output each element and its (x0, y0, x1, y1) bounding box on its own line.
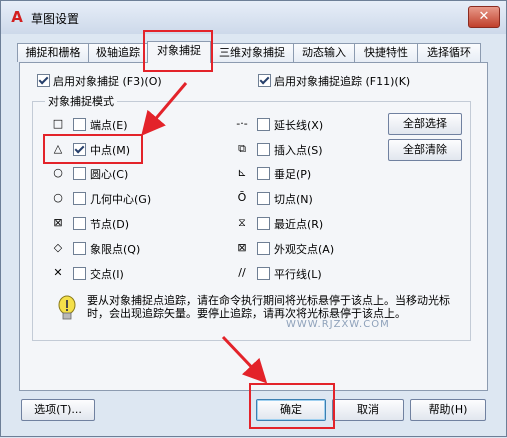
arrow-to-ok (221, 335, 268, 384)
annotation-arrows (141, 82, 268, 384)
dialog-window: A 草图设置 ✕ 捕捉和栅格 极轴追踪 对象捕捉 三维对象捕捉 动态输入 快捷特… (0, 0, 507, 437)
tab-object-snap[interactable]: 对象捕捉 (147, 41, 211, 63)
arrow-to-midpoint (141, 82, 188, 136)
